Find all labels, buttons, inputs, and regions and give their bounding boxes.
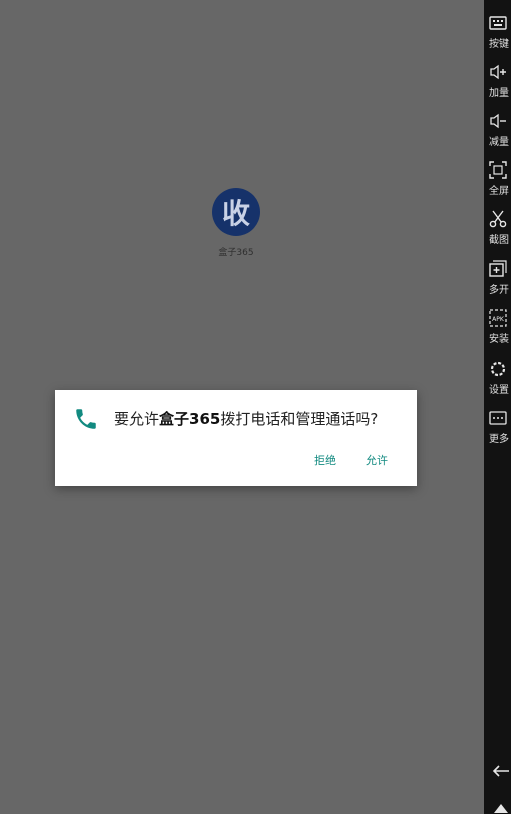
phone-icon — [76, 409, 96, 429]
toolbar-label-volume-up: 加量 — [489, 88, 509, 99]
toolbar-item-volume-down[interactable]: 减量 — [489, 112, 511, 152]
toolbar-item-settings[interactable]: 设置 — [489, 360, 511, 400]
toolbar-item-more[interactable]: 更多 — [489, 409, 511, 449]
toolbar-label-settings: 设置 — [489, 385, 509, 396]
emulator-toolbar: 按键 加量 减量 全屏 截图 多开 APK 安装 设置 更多 — [484, 0, 511, 814]
deny-button[interactable]: 拒绝 — [314, 452, 336, 468]
toolbar-item-install[interactable]: APK 安装 — [489, 309, 511, 349]
volume-down-icon — [490, 113, 506, 129]
scissors-icon — [489, 210, 507, 228]
dialog-app-name: 盒子365 — [159, 410, 221, 428]
toolbar-label-screenshot: 截图 — [489, 235, 509, 246]
svg-text:APK: APK — [492, 316, 505, 323]
dialog-message: 要允许盒子365拨打电话和管理通话吗? — [114, 408, 378, 429]
gear-icon — [490, 361, 506, 377]
toolbar-item-fullscreen[interactable]: 全屏 — [489, 161, 511, 201]
home-icon — [494, 804, 508, 813]
toolbar-label-keys: 按键 — [489, 39, 509, 50]
keyboard-icon — [489, 16, 507, 30]
toolbar-label-volume-down: 减量 — [489, 137, 509, 148]
app-label: 盒子365 — [218, 248, 254, 258]
permission-dialog: 要允许盒子365拨打电话和管理通话吗? 拒绝 允许 — [55, 390, 417, 486]
more-icon — [489, 411, 507, 425]
apk-install-icon: APK — [489, 309, 507, 327]
emulator-screen: 收 盒子365 要允许盒子365拨打电话和管理通话吗? 拒绝 允许 — [0, 0, 484, 814]
home-nav-button[interactable] — [491, 800, 511, 814]
dialog-message-prefix: 要允许 — [114, 410, 160, 428]
toolbar-item-screenshot[interactable]: 截图 — [489, 210, 511, 250]
back-nav-button[interactable] — [491, 762, 511, 780]
back-arrow-icon — [492, 765, 509, 777]
volume-up-icon — [490, 64, 506, 80]
toolbar-item-volume-up[interactable]: 加量 — [489, 63, 511, 103]
multi-instance-icon — [489, 260, 507, 277]
toolbar-item-multi-open[interactable]: 多开 — [489, 260, 511, 300]
toolbar-label-install: 安装 — [489, 334, 509, 345]
allow-button[interactable]: 允许 — [366, 452, 388, 468]
toolbar-item-keys[interactable]: 按键 — [489, 14, 511, 54]
dialog-message-suffix: 拨打电话和管理通话吗? — [220, 410, 379, 428]
toolbar-label-fullscreen: 全屏 — [489, 186, 509, 197]
app-icon[interactable]: 收 — [212, 188, 260, 236]
toolbar-label-more: 更多 — [489, 434, 509, 445]
toolbar-label-multi-open: 多开 — [489, 285, 509, 296]
fullscreen-icon — [489, 161, 507, 179]
